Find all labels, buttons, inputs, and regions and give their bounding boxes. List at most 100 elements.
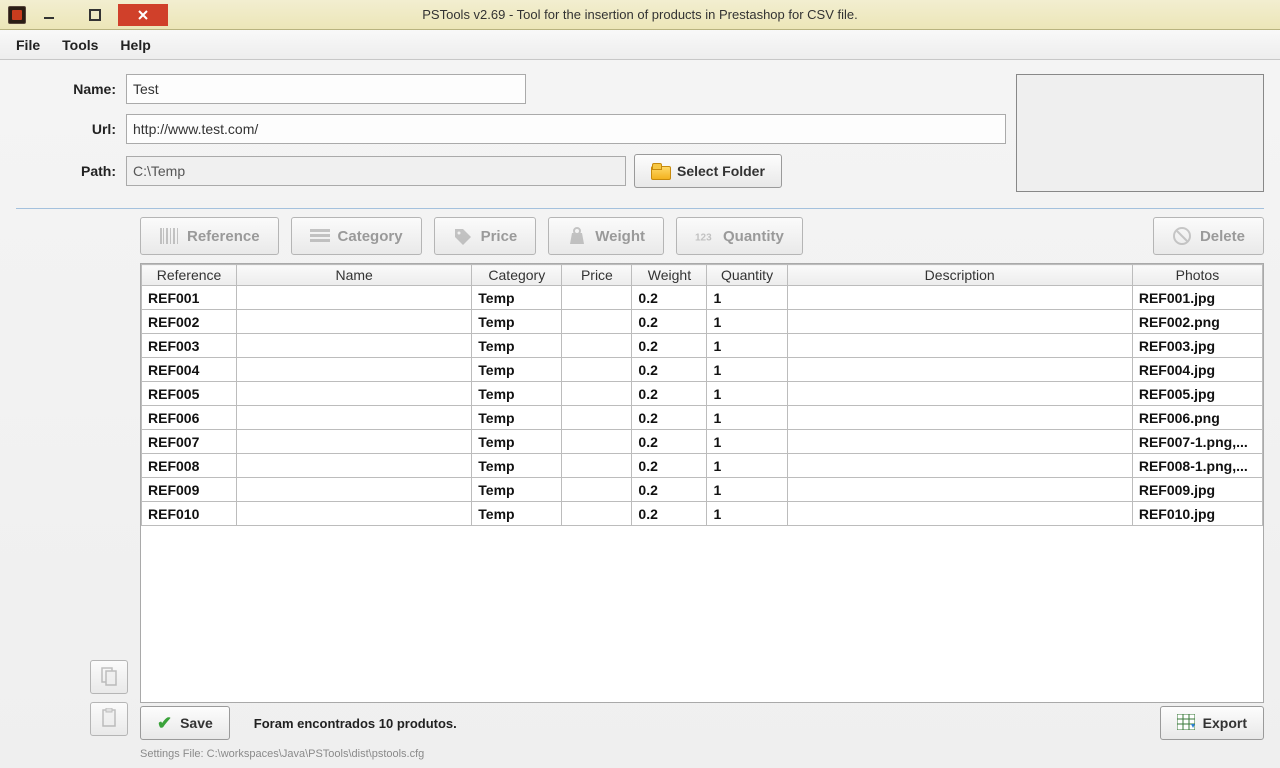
col-photos[interactable]: Photos	[1132, 265, 1262, 286]
cell-photos[interactable]: REF005.jpg	[1132, 382, 1262, 406]
cell-name[interactable]	[237, 310, 472, 334]
export-button[interactable]: Export	[1160, 706, 1264, 740]
cell-description[interactable]	[787, 286, 1132, 310]
menu-tools[interactable]: Tools	[54, 34, 106, 56]
cell-price[interactable]	[562, 430, 632, 454]
table-row[interactable]: REF009Temp0.21REF009.jpg	[142, 478, 1263, 502]
col-reference[interactable]: Reference	[142, 265, 237, 286]
cell-weight[interactable]: 0.2	[632, 382, 707, 406]
price-button[interactable]: Price	[434, 217, 537, 255]
cell-description[interactable]	[787, 310, 1132, 334]
table-row[interactable]: REF005 Temp 0.21 REF005.jpg	[142, 382, 1263, 406]
category-button[interactable]: Category	[291, 217, 422, 255]
cell-category[interactable]: Temp	[472, 382, 562, 406]
table-row[interactable]: REF002 Temp 0.21 REF002.png	[142, 310, 1263, 334]
cell-quantity[interactable]: 1	[707, 430, 787, 454]
cell-category[interactable]: Temp	[472, 406, 562, 430]
cell-photos[interactable]: REF002.png	[1132, 310, 1262, 334]
copy-button[interactable]	[90, 660, 128, 694]
cell-price[interactable]	[562, 286, 632, 310]
cell-reference[interactable]: REF004	[142, 358, 237, 382]
cell-reference[interactable]: REF009	[142, 478, 237, 502]
cell-category[interactable]: Temp	[472, 334, 562, 358]
cell-price[interactable]	[562, 310, 632, 334]
cell-weight[interactable]: 0.2	[632, 286, 707, 310]
cell-quantity[interactable]: 1	[707, 382, 787, 406]
cell-reference[interactable]: REF006	[142, 406, 237, 430]
cell-name[interactable]	[237, 334, 472, 358]
cell-description[interactable]	[787, 502, 1132, 526]
table-row[interactable]: REF007Temp0.21REF007-1.png,...	[142, 430, 1263, 454]
table-row[interactable]: REF008Temp0.21REF008-1.png,...	[142, 454, 1263, 478]
table-row[interactable]: REF004 Temp 0.21 REF004.jpg	[142, 358, 1263, 382]
cell-quantity[interactable]: 1	[707, 406, 787, 430]
cell-description[interactable]	[787, 334, 1132, 358]
table-row[interactable]: REF010Temp0.21REF010.jpg	[142, 502, 1263, 526]
cell-weight[interactable]: 0.2	[632, 430, 707, 454]
col-description[interactable]: Description	[787, 265, 1132, 286]
reference-button[interactable]: Reference	[140, 217, 279, 255]
cell-reference[interactable]: REF008	[142, 454, 237, 478]
cell-name[interactable]	[237, 406, 472, 430]
cell-category[interactable]: Temp	[472, 454, 562, 478]
name-input[interactable]	[126, 74, 526, 104]
cell-photos[interactable]: REF006.png	[1132, 406, 1262, 430]
cell-description[interactable]	[787, 406, 1132, 430]
url-input[interactable]	[126, 114, 1006, 144]
table-row[interactable]: REF003Temp0.21REF003.jpg	[142, 334, 1263, 358]
cell-quantity[interactable]: 1	[707, 310, 787, 334]
path-input[interactable]	[126, 156, 626, 186]
cell-category[interactable]: Temp	[472, 358, 562, 382]
cell-description[interactable]	[787, 382, 1132, 406]
cell-description[interactable]	[787, 430, 1132, 454]
cell-price[interactable]	[562, 406, 632, 430]
cell-name[interactable]	[237, 358, 472, 382]
cell-photos[interactable]: REF009.jpg	[1132, 478, 1262, 502]
delete-button[interactable]: Delete	[1153, 217, 1264, 255]
window-maximize-button[interactable]	[72, 4, 118, 26]
cell-photos[interactable]: REF001.jpg	[1132, 286, 1262, 310]
cell-quantity[interactable]: 1	[707, 454, 787, 478]
menu-file[interactable]: File	[8, 34, 48, 56]
cell-description[interactable]	[787, 358, 1132, 382]
cell-weight[interactable]: 0.2	[632, 502, 707, 526]
cell-weight[interactable]: 0.2	[632, 310, 707, 334]
cell-description[interactable]	[787, 454, 1132, 478]
col-name[interactable]: Name	[237, 265, 472, 286]
cell-price[interactable]	[562, 358, 632, 382]
cell-quantity[interactable]: 1	[707, 502, 787, 526]
cell-price[interactable]	[562, 382, 632, 406]
window-minimize-button[interactable]	[26, 4, 72, 26]
cell-photos[interactable]: REF010.jpg	[1132, 502, 1262, 526]
cell-weight[interactable]: 0.2	[632, 478, 707, 502]
col-price[interactable]: Price	[562, 265, 632, 286]
cell-reference[interactable]: REF002	[142, 310, 237, 334]
cell-name[interactable]	[237, 478, 472, 502]
cell-photos[interactable]: REF007-1.png,...	[1132, 430, 1262, 454]
cell-quantity[interactable]: 1	[707, 478, 787, 502]
cell-category[interactable]: Temp	[472, 502, 562, 526]
cell-category[interactable]: Temp	[472, 286, 562, 310]
cell-weight[interactable]: 0.2	[632, 358, 707, 382]
cell-quantity[interactable]: 1	[707, 358, 787, 382]
cell-name[interactable]	[237, 382, 472, 406]
cell-quantity[interactable]: 1	[707, 334, 787, 358]
cell-weight[interactable]: 0.2	[632, 454, 707, 478]
table-row[interactable]: REF001Temp0.21REF001.jpg	[142, 286, 1263, 310]
cell-weight[interactable]: 0.2	[632, 334, 707, 358]
cell-photos[interactable]: REF003.jpg	[1132, 334, 1262, 358]
cell-reference[interactable]: REF007	[142, 430, 237, 454]
cell-price[interactable]	[562, 478, 632, 502]
cell-name[interactable]	[237, 454, 472, 478]
cell-description[interactable]	[787, 478, 1132, 502]
col-weight[interactable]: Weight	[632, 265, 707, 286]
cell-price[interactable]	[562, 502, 632, 526]
cell-category[interactable]: Temp	[472, 310, 562, 334]
quantity-button[interactable]: 123 Quantity	[676, 217, 803, 255]
col-quantity[interactable]: Quantity	[707, 265, 787, 286]
cell-name[interactable]	[237, 502, 472, 526]
weight-button[interactable]: Weight	[548, 217, 664, 255]
select-folder-button[interactable]: Select Folder	[634, 154, 782, 188]
cell-reference[interactable]: REF005	[142, 382, 237, 406]
cell-photos[interactable]: REF004.jpg	[1132, 358, 1262, 382]
